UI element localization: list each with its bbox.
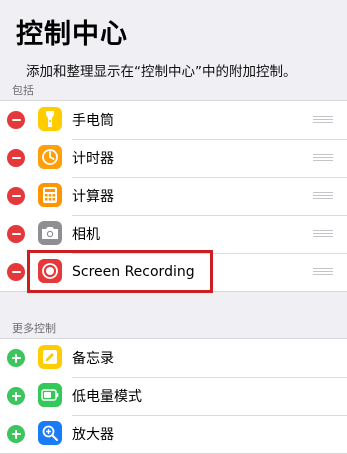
remove-button[interactable] [7, 263, 25, 281]
list-item-screen-recording: Screen Recording [0, 253, 347, 291]
reorder-handle-icon[interactable] [313, 116, 333, 124]
reorder-handle-icon[interactable] [313, 230, 333, 238]
remove-button[interactable] [7, 111, 25, 129]
remove-button[interactable] [7, 149, 25, 167]
calculator-icon [38, 183, 62, 207]
timer-icon [38, 145, 62, 169]
included-list: 手电筒 计时器 计算器 相机 Screen Recording [0, 100, 347, 292]
more-list: 备忘录 低电量模式 放大器 [0, 338, 347, 454]
reorder-handle-icon[interactable] [313, 268, 333, 276]
list-item-flashlight: 手电筒 [0, 101, 347, 139]
flashlight-icon [38, 107, 62, 131]
list-item-camera: 相机 [0, 215, 347, 253]
list-item-label: Screen Recording [72, 264, 195, 280]
list-item-magnifier: 放大器 [0, 415, 347, 453]
reorder-handle-icon[interactable] [313, 192, 333, 200]
notes-icon [38, 345, 62, 369]
remove-button[interactable] [7, 187, 25, 205]
remove-button[interactable] [7, 225, 25, 243]
page-title: 控制中心 [16, 19, 128, 50]
camera-icon [38, 221, 62, 245]
section-header-more: 更多控制 [12, 322, 56, 335]
list-item-timer: 计时器 [0, 139, 347, 177]
list-item-low-power-mode: 低电量模式 [0, 377, 347, 415]
list-item-label: 计时器 [72, 151, 114, 167]
screen-recording-icon [38, 259, 62, 283]
list-item-label: 相机 [72, 227, 100, 243]
list-item-label: 计算器 [72, 189, 114, 205]
list-item-calculator: 计算器 [0, 177, 347, 215]
magnifier-icon [38, 421, 62, 445]
list-item-label: 备忘录 [72, 351, 114, 367]
add-button[interactable] [7, 349, 25, 367]
list-item-label: 放大器 [72, 427, 114, 443]
add-button[interactable] [7, 387, 25, 405]
section-header-included: 包括 [12, 84, 34, 97]
reorder-handle-icon[interactable] [313, 154, 333, 162]
low-power-mode-icon [38, 383, 62, 407]
list-item-label: 低电量模式 [72, 389, 142, 405]
list-item-label: 手电筒 [72, 113, 114, 129]
add-button[interactable] [7, 425, 25, 443]
page-description: 添加和整理显示在“控制中心”中的附加控制。 [26, 64, 297, 80]
list-item-notes: 备忘录 [0, 339, 347, 377]
